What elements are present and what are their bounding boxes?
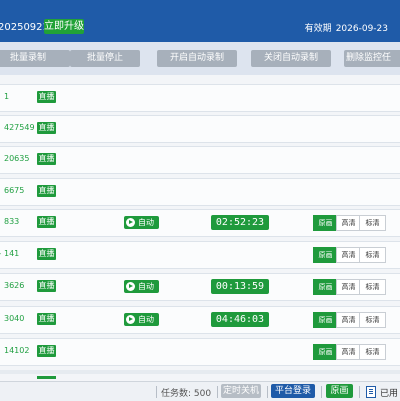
quality-sd-button[interactable]: 标清 xyxy=(359,312,386,328)
live-badge: 直播 xyxy=(37,216,56,228)
auto-record-icon xyxy=(126,282,135,291)
scheduled-shutdown-button[interactable]: 定时关机 xyxy=(221,384,261,398)
used-label: 已用 xyxy=(380,389,399,399)
room-id[interactable]: 3040 xyxy=(4,314,24,323)
quality-original-button[interactable]: 原画 xyxy=(313,279,338,295)
quality-hd-button[interactable]: 高清 xyxy=(336,279,361,295)
record-timer: 04:46:03 xyxy=(211,312,269,327)
auto-record-icon xyxy=(126,315,135,324)
live-badge: 直播 xyxy=(37,91,56,103)
room-id[interactable]: 6675 xyxy=(4,186,24,195)
quality-sd-button[interactable]: 标清 xyxy=(359,344,386,360)
task-row: 1 直播 xyxy=(0,84,400,112)
task-count: 任务数: 500 xyxy=(161,389,212,399)
room-id[interactable]: 14102 xyxy=(4,346,29,355)
divider xyxy=(321,386,322,398)
arrow-fragment: › xyxy=(0,249,1,258)
task-row: 14102 直播 原画 高清 标清 xyxy=(0,338,400,366)
auto-record-icon xyxy=(126,218,135,227)
live-badge: 直播 xyxy=(37,185,56,197)
room-id[interactable]: 427549 xyxy=(4,123,35,132)
enable-auto-record-button[interactable]: 开启自动录制 xyxy=(157,50,237,67)
auto-status-label: 自动 xyxy=(138,315,154,324)
auto-status-chip[interactable]: 自动 xyxy=(124,280,159,293)
task-row: 3626 直播 自动 00:13:59 原画 高清 标清 xyxy=(0,273,400,301)
task-row: 20635 直播 xyxy=(0,146,400,174)
expiry-date: 2026-09-23 xyxy=(335,24,388,34)
auto-status-label: 自动 xyxy=(138,282,154,291)
disable-auto-record-button[interactable]: 关闭自动录制 xyxy=(251,50,331,67)
quality-original-footer-button[interactable]: 原画 xyxy=(326,384,353,398)
quality-sd-button[interactable]: 标清 xyxy=(359,247,386,263)
quality-sd-button[interactable]: 标清 xyxy=(359,215,386,231)
toolbar: 批量录制 批量停止 开启自动录制 关闭自动录制 删除监控任 xyxy=(0,42,400,75)
quality-hd-button[interactable]: 高清 xyxy=(336,344,361,360)
quality-original-button[interactable]: 原画 xyxy=(313,247,338,263)
document-icon xyxy=(366,386,376,398)
live-badge: 直播 xyxy=(37,248,56,260)
quality-sd-button[interactable]: 标清 xyxy=(359,279,386,295)
live-badge: 直播 xyxy=(37,122,56,134)
partial-badge xyxy=(37,376,56,379)
batch-record-button[interactable]: 批量录制 xyxy=(0,50,70,67)
delete-monitor-task-button[interactable]: 删除监控任 xyxy=(344,50,400,67)
task-row: 427549 直播 xyxy=(0,115,400,143)
row-divider xyxy=(0,370,400,374)
auto-status-chip[interactable]: 自动 xyxy=(124,216,159,229)
room-id[interactable]: 1 xyxy=(4,92,9,101)
quality-hd-button[interactable]: 高清 xyxy=(336,215,361,231)
task-row: 6675 直播 xyxy=(0,178,400,206)
task-row: 3040 直播 自动 04:46:03 原画 高清 标清 xyxy=(0,306,400,334)
divider xyxy=(359,386,360,398)
room-id[interactable]: 141 xyxy=(4,249,19,258)
auto-status-label: 自动 xyxy=(138,218,154,227)
divider xyxy=(217,386,218,398)
batch-stop-button[interactable]: 批量停止 xyxy=(70,50,140,67)
expiry-label: 有效期 xyxy=(304,24,332,34)
version-label: 20250921 xyxy=(0,22,49,33)
divider xyxy=(267,386,268,398)
upgrade-button[interactable]: 立即升级 xyxy=(44,19,84,34)
quality-original-button[interactable]: 原画 xyxy=(313,215,338,231)
quality-hd-button[interactable]: 高清 xyxy=(336,312,361,328)
quality-original-button[interactable]: 原画 xyxy=(313,344,338,360)
room-id[interactable]: 833 xyxy=(4,217,19,226)
expiry-info: 有效期 2026-09-23 xyxy=(305,21,388,34)
room-id[interactable]: 3626 xyxy=(4,281,24,290)
record-timer: 00:13:59 xyxy=(211,279,269,294)
app-header: 20250921 立即升级 有效期 2026-09-23 xyxy=(0,0,400,42)
status-bar: 任务数: 500 定时关机 平台登录 原画 已用 xyxy=(0,381,400,401)
live-badge: 直播 xyxy=(37,280,56,292)
task-row: › 141 直播 原画 高清 标清 xyxy=(0,241,400,269)
auto-status-chip[interactable]: 自动 xyxy=(124,313,159,326)
divider xyxy=(156,386,157,398)
live-badge: 直播 xyxy=(37,313,56,325)
record-timer: 02:52:23 xyxy=(211,215,269,230)
room-id[interactable]: 20635 xyxy=(4,154,29,163)
platform-login-button[interactable]: 平台登录 xyxy=(271,384,315,398)
quality-original-button[interactable]: 原画 xyxy=(313,312,338,328)
live-badge: 直播 xyxy=(37,153,56,165)
task-row: 833 直播 自动 02:52:23 原画 高清 标清 xyxy=(0,209,400,237)
quality-hd-button[interactable]: 高清 xyxy=(336,247,361,263)
live-badge: 直播 xyxy=(37,345,56,357)
